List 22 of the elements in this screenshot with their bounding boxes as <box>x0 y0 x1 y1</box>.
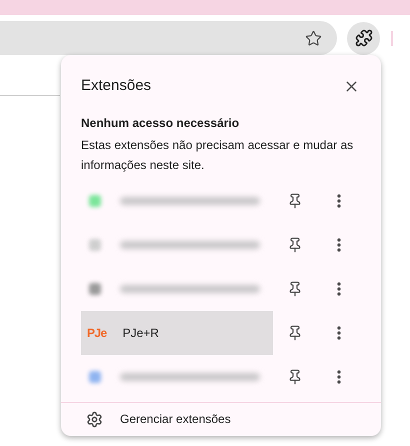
manage-extensions-button[interactable]: Gerenciar extensões <box>61 402 381 436</box>
vertical-dots-icon <box>337 370 341 384</box>
pin-icon <box>287 281 303 297</box>
section-heading: Nenhum acesso necessário <box>80 115 240 131</box>
vertical-dots-icon <box>337 282 341 296</box>
gear-icon <box>86 410 103 428</box>
extension-name: PJe+R <box>122 325 159 342</box>
toolbar-divider <box>391 30 393 46</box>
pin-icon <box>287 369 303 385</box>
extension-item[interactable]: PJe PJe+R <box>81 311 273 355</box>
vertical-dots-icon <box>337 326 341 340</box>
popup-title: Extensões <box>81 76 152 96</box>
extensions-button[interactable] <box>347 22 380 54</box>
pin-icon <box>287 237 303 253</box>
pin-icon <box>287 193 303 209</box>
bookmark-star-icon[interactable] <box>305 30 322 46</box>
puzzle-piece-icon <box>354 29 372 47</box>
vertical-dots-icon <box>337 238 341 252</box>
pin-icon <box>287 325 303 341</box>
vertical-dots-icon <box>337 194 341 208</box>
section-description: Estas extensões não precisam acessar e mudar as informações neste site. <box>80 137 354 174</box>
extension-logo: PJe <box>87 327 107 339</box>
